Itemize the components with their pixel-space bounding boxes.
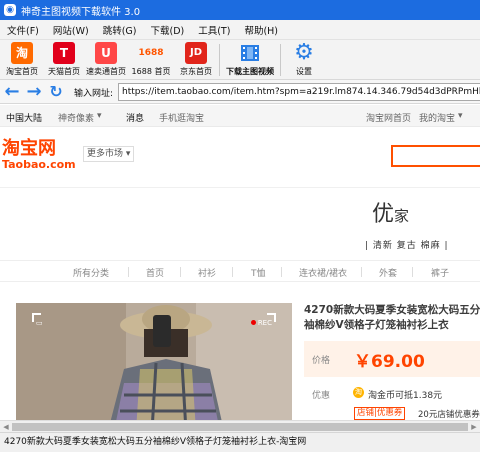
shop-menu-coats[interactable]: 外套 <box>379 266 397 279</box>
menu-divider <box>361 267 362 277</box>
settings-label: 设置 <box>296 67 312 76</box>
app-icon: ◉ <box>4 4 16 16</box>
aliexpress-home-label: 速卖通首页 <box>86 67 126 76</box>
product-area: ▭ REC 4270新款大码夏季女装宽松大码五分袖棉纱V领格子灯笼袖衬衫上衣 价… <box>0 291 480 431</box>
shop-menu-tshirts[interactable]: T恤 <box>251 266 266 279</box>
horizontal-scrollbar[interactable]: ◀ ▶ <box>0 420 480 432</box>
shop-menu-dresses[interactable]: 连衣裙/裙衣 <box>299 266 347 279</box>
back-arrow-icon[interactable]: ← <box>2 82 22 102</box>
menu-divider <box>232 267 233 277</box>
rec-dot-icon <box>250 320 256 325</box>
product-main-image[interactable]: ▭ REC <box>16 303 292 431</box>
forward-arrow-icon[interactable]: → <box>24 82 44 102</box>
tmall-home-label: 天猫首页 <box>48 67 80 76</box>
status-bar: 4270新款大码夏季女装宽松大码五分袖棉纱V领格子灯笼袖衬衫上衣-淘宝网 <box>0 432 480 452</box>
menu-bar: 文件(F) 网站(W) 跳转(G) 下载(D) 工具(T) 帮助(H) <box>0 20 480 40</box>
coupon-text: 20元店铺优惠券， <box>418 410 480 420</box>
alibaba-1688-home-button[interactable]: 1688 1688 首页 <box>131 42 171 78</box>
taobao-home-label: 淘宝首页 <box>6 67 38 76</box>
rec-indicator: REC <box>250 319 272 327</box>
shop-menu: 所有分类 首页 衬衫 T恤 连衣裙/裙衣 外套 裤子 <box>0 260 480 282</box>
price-box: 价格 ￥69.00 <box>304 341 480 377</box>
site-nav: 中国大陆 神奇像素 ▾ 消息 手机逛淘宝 淘宝网首页 我的淘宝 ▾ <box>0 105 480 127</box>
menu-divider <box>128 267 129 277</box>
browser-content: 中国大陆 神奇像素 ▾ 消息 手机逛淘宝 淘宝网首页 我的淘宝 ▾ 淘宝网 Ta… <box>0 105 480 431</box>
tmall-icon: T <box>53 42 75 64</box>
user-greeting[interactable]: 神奇像素 <box>58 111 94 124</box>
taobao-logo[interactable]: 淘宝网 Taobao.com <box>2 139 76 171</box>
taobao-coin-icon: 淘 <box>353 387 364 398</box>
promo-text: 淘金币可抵1.38元 <box>368 391 443 401</box>
price-value: ￥69.00 <box>354 352 425 372</box>
settings-button[interactable]: ⚙ 设置 <box>284 42 324 78</box>
shop-tagline: | 清新 复古 棉麻 | <box>365 241 449 251</box>
jd-home-label: 京东首页 <box>180 67 212 76</box>
scrollbar-thumb[interactable] <box>12 423 468 431</box>
aliexpress-icon: U <box>95 42 117 64</box>
download-video-label: 下载主图视频 <box>226 67 274 76</box>
menu-tools[interactable]: 工具(T) <box>191 23 237 37</box>
chevron-down-icon: ▾ <box>125 149 131 159</box>
url-label: 输入网址: <box>74 89 114 99</box>
gear-icon: ⚙ <box>294 40 314 65</box>
title-bar: ◉ 神奇主图视频下载软件 3.0 <box>0 0 480 20</box>
taobao-home-link[interactable]: 淘宝网首页 <box>366 111 411 124</box>
scroll-left-icon[interactable]: ◀ <box>1 422 11 432</box>
price-label: 价格 <box>312 356 331 366</box>
chevron-down-icon: ▾ <box>97 111 102 121</box>
refresh-icon[interactable]: ↻ <box>46 82 66 102</box>
shop-menu-home[interactable]: 首页 <box>146 266 164 279</box>
jd-home-button[interactable]: JD 京东首页 <box>176 42 216 78</box>
messages-link[interactable]: 消息 <box>126 111 144 124</box>
alibaba-1688-home-label: 1688 首页 <box>131 67 171 76</box>
shop-logo[interactable]: 优家 <box>372 196 409 228</box>
logo-text-en: Taobao.com <box>2 158 76 171</box>
more-market-label: 更多市场 <box>87 149 124 159</box>
menu-download[interactable]: 下载(D) <box>143 23 191 37</box>
shop-menu-pants[interactable]: 裤子 <box>431 266 449 279</box>
my-taobao-link[interactable]: 我的淘宝 <box>419 111 455 124</box>
toolbar-separator <box>280 44 281 76</box>
shop-menu-shirts[interactable]: 衬衫 <box>198 266 216 279</box>
battery-icon: ▭ <box>36 319 43 327</box>
1688-icon: 1688 <box>138 48 164 58</box>
region-selector[interactable]: 中国大陆 <box>6 111 42 124</box>
shop-banner: 优家 | 清新 复古 棉麻 | <box>0 187 480 257</box>
url-input[interactable]: https://item.taobao.com/item.htm?spm=a21… <box>118 83 480 101</box>
scroll-right-icon[interactable]: ▶ <box>469 422 479 432</box>
aliexpress-home-button[interactable]: U 速卖通首页 <box>86 42 126 78</box>
toolbar-separator <box>219 44 220 76</box>
menu-help[interactable]: 帮助(H) <box>237 23 285 37</box>
mobile-taobao-link[interactable]: 手机逛淘宝 <box>159 111 204 124</box>
more-market-dropdown[interactable]: 更多市场 ▾ <box>83 146 135 162</box>
menu-divider <box>281 267 282 277</box>
product-title: 4270新款大码夏季女装宽松大码五分袖棉纱V领格子灯笼袖衬衫上衣 <box>304 304 480 331</box>
menu-website[interactable]: 网站(W) <box>46 23 96 37</box>
jd-icon: JD <box>185 42 207 64</box>
film-icon <box>239 42 261 64</box>
menu-file[interactable]: 文件(F) <box>0 23 46 37</box>
coupon-badge[interactable]: 店铺|优惠券 <box>354 407 406 420</box>
promo-label: 优惠 <box>312 391 331 401</box>
toolbar: 淘 淘宝首页 T 天猫首页 U 速卖通首页 1688 1688 首页 JD 京东… <box>0 40 480 80</box>
tmall-home-button[interactable]: T 天猫首页 <box>44 42 84 78</box>
window-title: 神奇主图视频下载软件 3.0 <box>21 6 141 18</box>
menu-goto[interactable]: 跳转(G) <box>96 23 144 37</box>
address-bar: ← → ↻ 输入网址: https://item.taobao.com/item… <box>0 80 480 104</box>
taobao-icon: 淘 <box>11 42 33 64</box>
rec-label: REC <box>257 319 272 327</box>
menu-divider <box>412 267 413 277</box>
logo-text-cn: 淘宝网 <box>2 138 56 159</box>
shop-logo-small: 家 <box>394 207 410 225</box>
download-video-button[interactable]: 下载主图视频 <box>222 42 278 78</box>
search-input[interactable] <box>391 145 480 167</box>
menu-divider <box>180 267 181 277</box>
header: 淘宝网 Taobao.com 更多市场 ▾ <box>0 127 480 187</box>
shop-menu-all-categories[interactable]: 所有分类 <box>73 266 109 279</box>
chevron-down-icon: ▾ <box>458 111 463 121</box>
taobao-home-button[interactable]: 淘 淘宝首页 <box>2 42 42 78</box>
shop-logo-main: 优 <box>372 202 395 227</box>
